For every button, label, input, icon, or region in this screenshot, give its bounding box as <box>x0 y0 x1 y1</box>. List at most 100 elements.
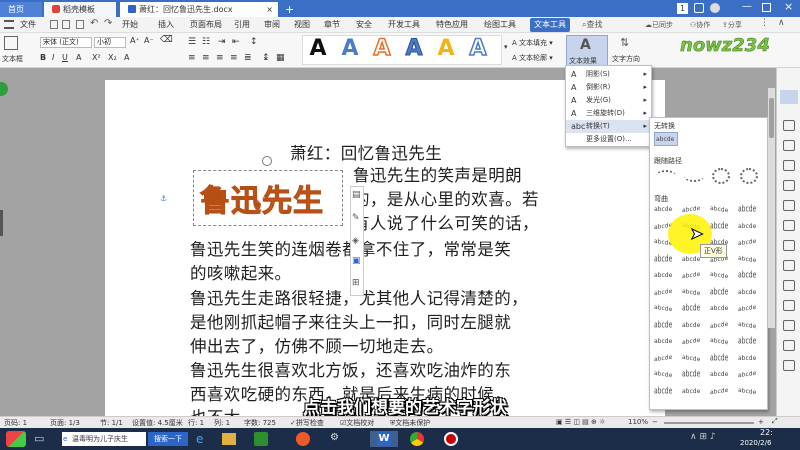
warp-style-option[interactable]: abcde <box>654 287 672 297</box>
text-effects-button[interactable]: A 文本效果 <box>566 35 608 66</box>
numbered-list-icon[interactable]: ☷ <box>202 37 210 47</box>
warp-style-option[interactable]: abcde <box>682 370 700 380</box>
warp-style-option[interactable]: abcde <box>738 320 756 330</box>
share-button[interactable]: ⇪分享 <box>722 20 742 30</box>
wordart-style-orange-outline[interactable]: A <box>368 35 396 62</box>
menu-drawing-tools[interactable]: 绘图工具 <box>480 18 520 32</box>
chrome-icon[interactable] <box>410 432 424 446</box>
font-color-icon[interactable]: A <box>76 53 81 62</box>
start-button-icon[interactable] <box>6 431 26 447</box>
status-doc-proof[interactable]: ☑文档校对 <box>340 418 374 428</box>
distribute-icon[interactable]: ≣ <box>244 53 252 63</box>
warp-style-option[interactable]: abcde <box>710 287 728 297</box>
avatar[interactable] <box>710 3 720 13</box>
shape-icon[interactable]: ▣ <box>352 256 361 266</box>
new-tab-button[interactable]: + <box>282 2 296 17</box>
status-word-count[interactable]: 字数: 725 <box>244 418 276 428</box>
tab-docer-templates[interactable]: 稻壳模板 <box>44 2 116 17</box>
warp-style-option[interactable]: abcde <box>738 337 756 347</box>
border-icon[interactable]: ▦ <box>276 53 285 63</box>
bullet-list-icon[interactable]: ☰ <box>188 37 196 47</box>
shrink-font-icon[interactable]: A⁻ <box>144 36 154 45</box>
warp-style-option[interactable]: abcde <box>738 205 756 215</box>
align-right-icon[interactable]: ≡ <box>216 53 224 63</box>
warp-style-option[interactable]: abcde <box>682 271 700 281</box>
sidebar-style-icon[interactable] <box>783 120 795 131</box>
layout-icon[interactable] <box>694 3 704 13</box>
warp-style-option[interactable]: abcde <box>710 353 728 363</box>
warp-style-option[interactable]: abcde <box>654 370 672 380</box>
wordart-style-blue-outline[interactable]: A <box>400 36 428 62</box>
print-preview-icon[interactable] <box>76 20 84 29</box>
sync-status[interactable]: ☁已同步 <box>645 20 673 30</box>
save-icon[interactable] <box>50 20 58 29</box>
transform-option-arch-down[interactable] <box>684 170 704 182</box>
warp-style-option[interactable]: abcde <box>710 337 728 347</box>
menu-special-apps[interactable]: 特色应用 <box>432 18 472 32</box>
undo-icon[interactable]: ↶ <box>90 18 98 29</box>
fill-icon[interactable]: ◈ <box>352 236 359 246</box>
warp-style-option[interactable]: abcde <box>682 322 700 329</box>
warp-style-option[interactable]: abcde <box>682 256 700 263</box>
warp-style-option[interactable]: abcde <box>738 370 756 380</box>
effects-menu-item-more-settings[interactable]: 更多设置(O)... <box>566 133 651 146</box>
file-explorer-icon[interactable] <box>222 433 236 445</box>
warp-style-option[interactable]: abcde <box>682 287 700 297</box>
wordart-text[interactable]: 鲁迅先生 <box>200 176 324 220</box>
status-spellcheck[interactable]: ✓拼写检查 <box>290 418 324 428</box>
scrollbar-thumb[interactable] <box>769 98 774 138</box>
menu-page-layout[interactable]: 页面布局 <box>186 18 226 32</box>
sidebar-cloud-icon[interactable] <box>783 260 795 271</box>
menu-insert[interactable]: 插入 <box>154 18 178 32</box>
tab-document[interactable]: 萧红：回忆鲁迅先生.docx × <box>120 2 278 17</box>
transform-option-none[interactable]: abcde <box>654 132 678 146</box>
close-window-icon[interactable]: × <box>784 0 793 13</box>
fullscreen-icon[interactable]: ⤢ <box>772 417 778 426</box>
store-icon[interactable] <box>254 432 268 446</box>
transform-option-button[interactable] <box>740 168 758 184</box>
warp-style-option[interactable]: abcde <box>738 355 756 362</box>
outdent-icon[interactable]: ⇤ <box>232 37 240 47</box>
sidebar-more-icon[interactable] <box>783 360 795 371</box>
menu-view[interactable]: 视图 <box>290 18 314 32</box>
warp-style-option[interactable]: abcde <box>738 289 756 296</box>
text-direction-icon[interactable]: ⇅ <box>620 36 634 50</box>
warp-style-option[interactable]: abcde <box>654 320 672 330</box>
highlight-icon[interactable]: A <box>124 53 129 62</box>
search-go-button[interactable]: 搜索一下 <box>148 432 188 446</box>
status-doc-protect[interactable]: ⛨文档未保护 <box>390 418 430 428</box>
tray-icons[interactable]: ∧ ⊞ ♪ <box>690 432 716 442</box>
bold-icon[interactable]: B <box>40 53 46 62</box>
warp-style-option[interactable]: abcde <box>654 353 672 363</box>
warp-style-option[interactable]: abcde <box>710 386 728 396</box>
warp-style-option[interactable]: abcde <box>738 386 756 396</box>
warp-style-option[interactable]: abcde <box>738 304 756 314</box>
view-mode-icons[interactable]: ▣ ☰ ◫ ▤ ⊕ ☼ <box>556 418 605 426</box>
tab-home[interactable]: 首页 <box>0 2 42 17</box>
collapse-ribbon-icon[interactable]: ∧ <box>778 18 785 28</box>
close-tab-icon[interactable]: × <box>266 2 273 17</box>
warp-style-option[interactable]: abcde <box>710 271 728 281</box>
collaborate-button[interactable]: ⚇协作 <box>690 20 710 30</box>
clear-format-icon[interactable]: ⌫ <box>160 35 173 45</box>
warp-style-option[interactable]: abcde <box>654 272 672 279</box>
menu-review[interactable]: 审阅 <box>260 18 284 32</box>
sidebar-share-icon[interactable] <box>783 320 795 331</box>
layout-options-icon[interactable]: ▤ <box>352 190 361 200</box>
transform-option-arch-up[interactable] <box>656 170 676 182</box>
sort-icon[interactable]: ↕ <box>250 37 258 47</box>
search-button[interactable]: ⌕查找 <box>582 19 602 30</box>
italic-icon[interactable]: I <box>52 53 54 62</box>
warp-style-option[interactable]: abcde <box>738 271 756 281</box>
effects-menu-item-transform[interactable]: abc 转换(T) ▸ <box>566 120 651 133</box>
effects-menu-item-3d-rotation[interactable]: A 三维旋转(D) ▸ <box>566 107 651 120</box>
recorder-icon[interactable] <box>444 432 458 446</box>
wordart-style-blue-hollow[interactable]: A <box>464 35 492 62</box>
zoom-slider[interactable] <box>664 422 754 424</box>
warp-style-option[interactable]: abcde <box>682 353 700 363</box>
sidebar-pen-icon[interactable] <box>783 200 795 211</box>
edit-pencil-icon[interactable]: ✎ <box>352 213 360 223</box>
text-icon[interactable]: ⊞ <box>352 278 360 288</box>
maximize-icon[interactable] <box>762 3 771 12</box>
effects-menu-item-shadow[interactable]: A 阴影(S) ▸ <box>566 68 651 81</box>
